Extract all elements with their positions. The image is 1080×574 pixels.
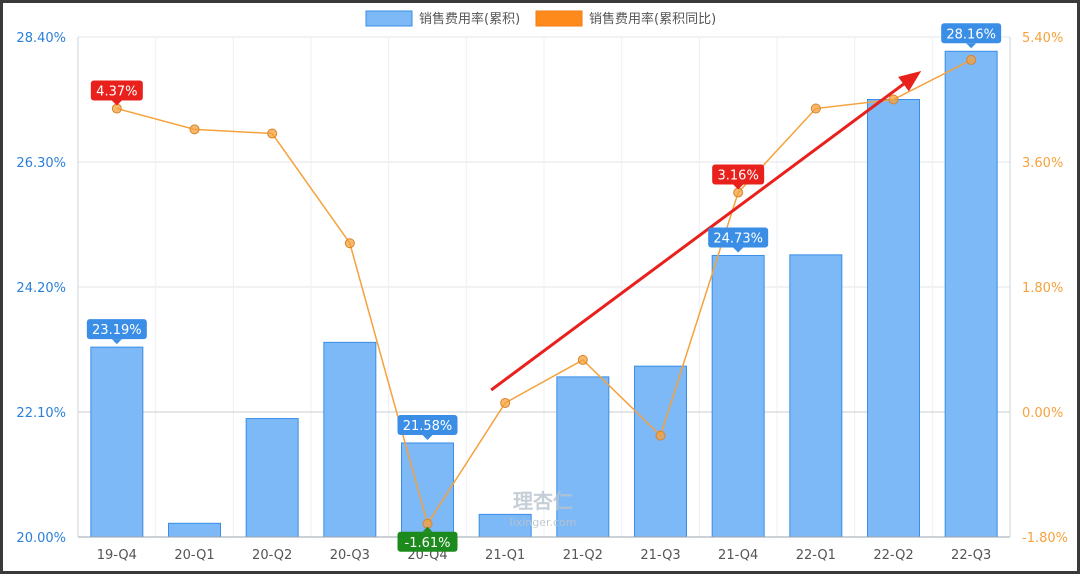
line-point [655, 430, 666, 441]
x-tick-label: 22-Q3 [951, 548, 991, 563]
line-point [577, 354, 588, 365]
bar [245, 418, 299, 538]
data-label: 28.16% [941, 23, 1002, 49]
x-tick-label: 21-Q4 [718, 548, 758, 563]
x-tick-label: 20-Q1 [174, 548, 214, 563]
y-left-tick-label: 22.10% [16, 406, 66, 421]
trend-arrow [490, 71, 922, 392]
data-label-text: -1.61% [405, 536, 451, 551]
line-point [344, 238, 355, 249]
x-tick-label: 21-Q1 [485, 548, 525, 563]
line-point [267, 128, 278, 139]
watermark: 理杏仁 lixinger.com [510, 489, 577, 529]
arrow-head [898, 71, 922, 92]
data-label-text: 21.58% [403, 419, 453, 434]
data-label-text: 23.19% [92, 323, 142, 338]
y-right-tick-label: 3.60% [1022, 156, 1063, 171]
watermark-logo: 理杏仁 [513, 489, 573, 513]
data-label: 24.73% [708, 227, 769, 253]
bar [323, 341, 377, 538]
data-label: 21.58% [397, 414, 458, 440]
y-left-tick-label: 28.40% [16, 31, 66, 46]
data-label: 4.37% [90, 80, 143, 106]
y-right-tick-label: 1.80% [1022, 281, 1063, 296]
bar [867, 99, 920, 538]
bar [944, 50, 998, 538]
legend[interactable]: 销售费用率(累积) 销售费用率(累积同比) [365, 10, 716, 27]
data-label-pointer [111, 339, 122, 345]
x-tick-label: 20-Q3 [330, 548, 370, 563]
data-label: 23.19% [86, 319, 147, 345]
line-point [888, 94, 899, 105]
x-tick-label: 20-Q2 [252, 548, 292, 563]
arrow-shaft [490, 76, 913, 392]
x-tick-label: 22-Q2 [873, 548, 913, 563]
y-right-tick-label: 5.40% [1022, 31, 1063, 46]
bar [168, 522, 221, 538]
line-point [189, 124, 200, 135]
data-label-pointer [111, 100, 122, 106]
x-tick-label: 19-Q4 [97, 548, 137, 563]
line-point [966, 54, 977, 65]
data-label-text: 28.16% [946, 27, 996, 42]
bar [90, 346, 144, 538]
watermark-url: lixinger.com [510, 516, 577, 529]
chart-canvas: 理杏仁 lixinger.com 20.00% -1.80% 22.10% 0.00%… [16, 10, 1068, 563]
bar [711, 254, 765, 538]
bar [789, 254, 843, 538]
line-point [500, 397, 511, 408]
bar [634, 365, 687, 538]
line-point [810, 103, 821, 114]
x-tick-label: 22-Q1 [796, 548, 836, 563]
y-right-tick-label: 0.00% [1022, 406, 1063, 421]
legend-item[interactable]: 销售费用率(累积同比) [535, 10, 716, 27]
data-label-text: 24.73% [713, 231, 763, 246]
x-tick-label: 21-Q3 [640, 548, 680, 563]
x-tick-label: 21-Q2 [563, 548, 603, 563]
legend-label: 销售费用率(累积) [419, 11, 520, 27]
data-label-pointer [422, 434, 433, 440]
y-right-tick-label: -1.80% [1022, 531, 1068, 546]
y-left-tick-label: 26.30% [16, 156, 66, 171]
legend-label: 销售费用率(累积同比) [589, 11, 716, 27]
data-label-pointer [966, 43, 977, 49]
y-left-tick-label: 24.20% [16, 281, 66, 296]
y-left-tick-label: 20.00% [16, 531, 66, 546]
data-label: 3.16% [712, 164, 765, 190]
legend-swatch [365, 10, 413, 27]
legend-swatch [535, 10, 583, 27]
data-label-pointer [733, 247, 744, 253]
data-label-text: 4.37% [96, 85, 137, 100]
data-label-text: 3.16% [718, 169, 759, 184]
legend-item[interactable]: 销售费用率(累积) [365, 10, 520, 27]
